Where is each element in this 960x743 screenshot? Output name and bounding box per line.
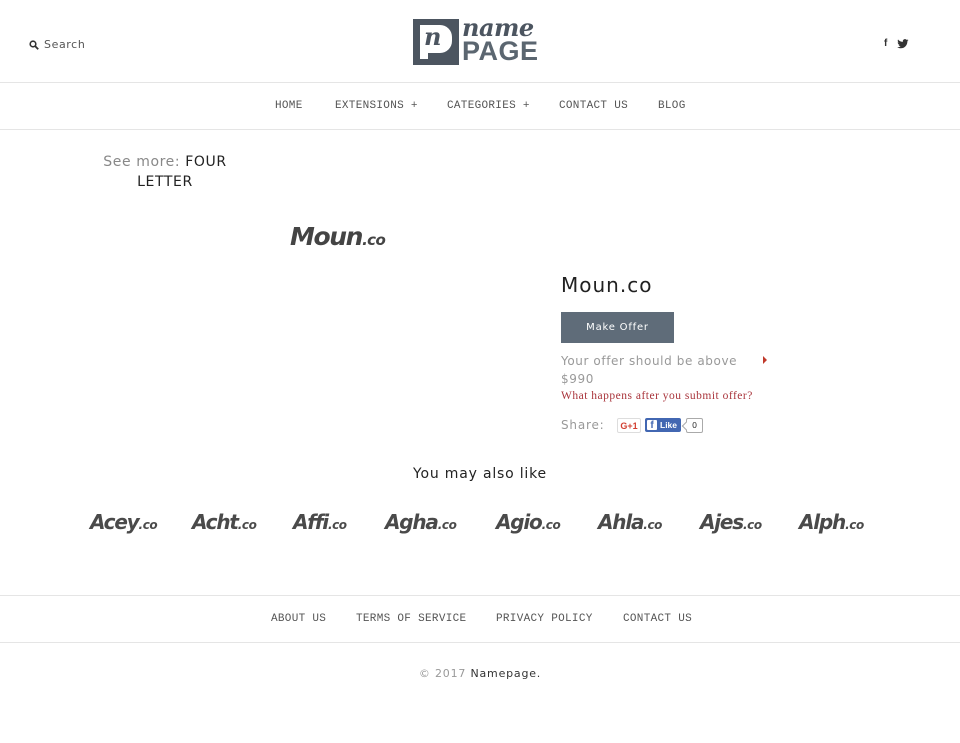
logo-mark: n: [413, 19, 459, 65]
footer-privacy-policy[interactable]: PRIVACY POLICY: [496, 613, 593, 625]
footer-about-us[interactable]: ABOUT US: [271, 613, 326, 625]
related-domain-tld: .co: [138, 518, 158, 532]
related-domain-tld: .co: [845, 518, 864, 532]
logo-mark-letter: n: [424, 22, 442, 51]
nav-categories[interactable]: CATEGORIES +: [447, 100, 530, 112]
footer-nav: ABOUT US TERMS OF SERVICE PRIVACY POLICY…: [0, 595, 960, 643]
facebook-like-count: 0: [686, 418, 703, 433]
related-domain-tld: .co: [237, 518, 257, 532]
copyright: © 2017 Namepage.: [0, 667, 960, 680]
footer-contact-us[interactable]: CONTACT US: [623, 613, 692, 625]
see-more: See more: FOUR LETTER: [100, 152, 230, 192]
nav-extensions[interactable]: EXTENSIONS +: [335, 100, 418, 112]
nav-contact-us[interactable]: CONTACT US: [559, 100, 628, 112]
google-plus-button[interactable]: G+1: [617, 418, 641, 433]
related-domain[interactable]: Alph.co: [799, 510, 864, 534]
what-happens-link[interactable]: What happens after you submit offer?: [561, 390, 753, 402]
related-domain[interactable]: Acey.co: [90, 510, 158, 534]
footer-terms-of-service[interactable]: TERMS OF SERVICE: [356, 613, 466, 625]
related-heading: You may also like: [413, 466, 547, 482]
domain-logo-tld: .co: [362, 231, 386, 249]
related-domain-name: Ajes: [700, 510, 744, 534]
search-icon: [29, 39, 39, 50]
related-domain-tld: .co: [327, 518, 347, 532]
search-label: Search: [44, 38, 86, 51]
related-domain[interactable]: Acht.co: [192, 510, 257, 534]
related-domain-name: Alph: [799, 510, 846, 534]
nav-home[interactable]: HOME: [275, 100, 303, 112]
make-offer-button[interactable]: Make Offer: [561, 312, 674, 343]
twitter-icon[interactable]: [897, 38, 909, 49]
related-domain-name: Agha: [385, 510, 439, 534]
related-domain-name: Ahla: [598, 510, 644, 534]
search-trigger[interactable]: Search: [29, 38, 85, 51]
domain-logo-name: Moun: [290, 222, 363, 251]
logo-page-text: PAGE: [462, 36, 539, 66]
site-header: Search n name PAGE f: [0, 0, 960, 83]
main-nav: HOME EXTENSIONS + CATEGORIES + CONTACT U…: [0, 83, 960, 130]
copyright-year: © 2017: [418, 667, 467, 680]
facebook-icon[interactable]: f: [884, 38, 887, 49]
social-links: f: [884, 38, 909, 49]
nav-blog[interactable]: BLOG: [658, 100, 686, 112]
related-domain-tld: .co: [743, 518, 762, 532]
related-domain[interactable]: Ahla.co: [598, 510, 662, 534]
domain-logo: Moun.co: [290, 222, 386, 251]
related-domain-tld: .co: [541, 518, 561, 532]
related-domain-name: Agio: [496, 510, 543, 534]
related-domain[interactable]: Affi.co: [293, 510, 347, 534]
caret-right-icon[interactable]: [763, 356, 767, 364]
facebook-like-button[interactable]: f Like: [645, 418, 681, 432]
facebook-like-label: Like: [660, 420, 678, 430]
domain-title: Moun.co: [561, 273, 653, 297]
site-logo[interactable]: n name PAGE: [413, 13, 549, 66]
copyright-brand-link[interactable]: Namepage.: [470, 667, 541, 680]
see-more-label: See more:: [103, 154, 181, 170]
related-domain[interactable]: Agio.co: [496, 510, 561, 534]
related-domain-name: Acht: [192, 510, 239, 534]
related-domain[interactable]: Agha.co: [385, 510, 457, 534]
offer-minimum-note: Your offer should be above $990: [561, 354, 738, 386]
related-domain[interactable]: Ajes.co: [700, 510, 762, 534]
facebook-icon: f: [647, 420, 657, 431]
related-domain-name: Affi: [293, 510, 329, 534]
related-domain-tld: .co: [643, 518, 662, 532]
related-domain-tld: .co: [437, 518, 457, 532]
share-label: Share:: [561, 418, 605, 432]
related-domain-name: Acey: [90, 510, 140, 534]
